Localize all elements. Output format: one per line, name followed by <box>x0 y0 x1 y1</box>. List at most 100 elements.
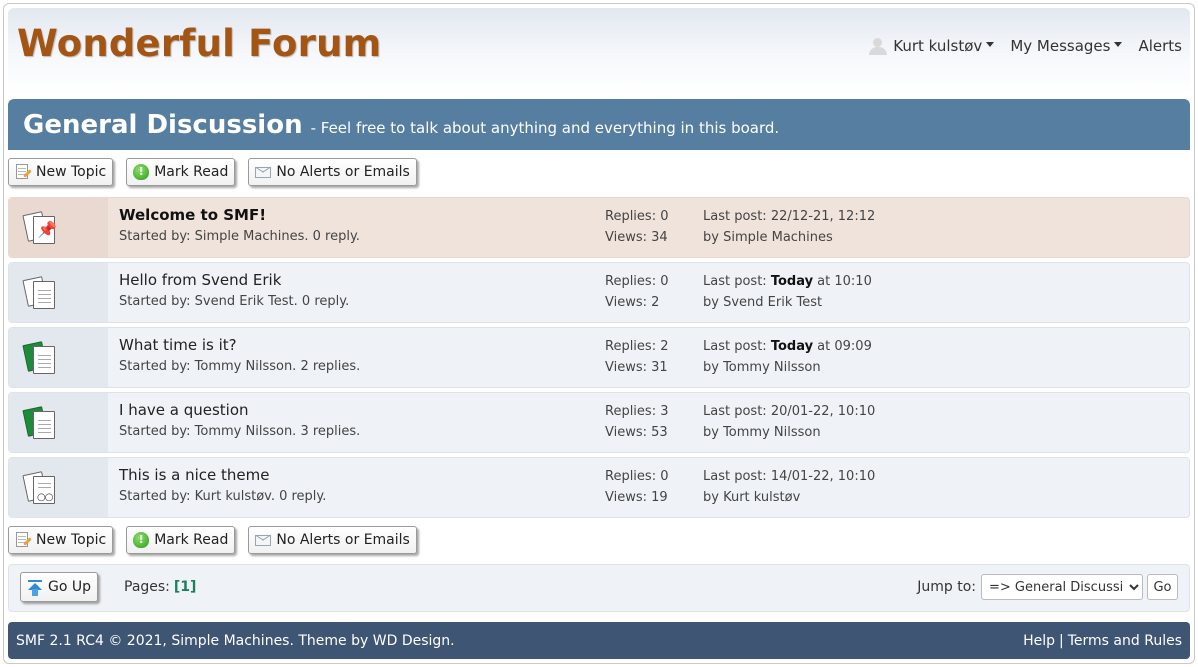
footer-links: Help | Terms and Rules <box>1023 633 1182 649</box>
help-link[interactable]: Help <box>1023 633 1055 649</box>
last-post-author[interactable]: by Svend Erik Test <box>703 292 872 313</box>
go-button[interactable]: Go <box>1147 574 1178 600</box>
notify-button[interactable]: No Alerts or Emails <box>248 526 417 554</box>
replies-count: Replies: 3 <box>605 404 669 419</box>
board-header: General Discussion - Feel free to talk a… <box>8 99 1190 150</box>
last-post-time[interactable]: 14/01-22, 10:10 <box>771 469 875 484</box>
pages-indicator: Pages: [1] <box>124 579 196 595</box>
last-post-time[interactable]: 22/12-21, 12:12 <box>771 209 875 224</box>
topic-stats: Replies: 0 Views: 19 <box>605 458 703 517</box>
topic-row: ○○ This is a nice theme Started by: Kurt… <box>8 457 1190 518</box>
mark-read-button[interactable]: ! Mark Read <box>126 158 236 186</box>
topic-starter: Started by: Tommy Nilsson. 3 replies. <box>119 424 361 439</box>
mark-read-button[interactable]: ! Mark Read <box>126 526 236 554</box>
user-profile-menu[interactable]: Kurt kulstøv <box>868 37 995 55</box>
arrow-up-icon <box>26 578 44 596</box>
my-messages-menu[interactable]: My Messages <box>1010 37 1123 55</box>
topic-subject-link[interactable]: What time is it? <box>119 336 605 354</box>
user-menu: Kurt kulstøv My Messages Alerts <box>852 37 1182 55</box>
alerts-label: Alerts <box>1138 37 1182 55</box>
footer: SMF 2.1 RC4 © 2021, Simple Machines. The… <box>8 622 1190 659</box>
topic-subject-link[interactable]: Welcome to SMF! <box>119 206 605 224</box>
pages-label: Pages: <box>124 579 170 595</box>
views-count: Views: 34 <box>605 230 668 245</box>
views-count: Views: 53 <box>605 425 668 440</box>
topic-stats: Replies: 3 Views: 53 <box>605 393 703 452</box>
terms-link[interactable]: Terms and Rules <box>1068 633 1182 649</box>
sticky-pin-icon: 📌 <box>22 210 59 246</box>
last-post-author[interactable]: by Kurt kulstøv <box>703 487 875 508</box>
my-messages-label: My Messages <box>1010 37 1111 55</box>
username-label: Kurt kulstøv <box>893 37 983 55</box>
last-post-author[interactable]: by Tommy Nilsson <box>703 357 872 378</box>
footer-separator: | <box>1059 632 1064 649</box>
last-post-info: Last post: Today at 10:10 by Svend Erik … <box>703 263 872 322</box>
last-post-info: Last post: 20/01-22, 10:10 by Tommy Nils… <box>703 393 875 452</box>
new-topic-label: New Topic <box>36 164 107 180</box>
topic-icon-cell <box>9 328 108 387</box>
topic-list: 📌 Welcome to SMF! Started by: Simple Mac… <box>8 197 1190 522</box>
last-post-author[interactable]: by Simple Machines <box>703 227 875 248</box>
replies-count: Replies: 0 <box>605 469 669 484</box>
jump-to-label: Jump to: <box>917 579 976 595</box>
avatar-icon <box>868 37 888 55</box>
topic-icon-cell <box>9 393 108 452</box>
new-topic-button[interactable]: New Topic <box>8 526 114 554</box>
last-post-info: Last post: 22/12-21, 12:12 by Simple Mac… <box>703 198 875 257</box>
topic-starter: Started by: Tommy Nilsson. 2 replies. <box>119 359 361 374</box>
notify-button[interactable]: No Alerts or Emails <box>248 158 417 186</box>
last-post-label: Last post: <box>703 339 771 354</box>
topic-stats: Replies: 0 Views: 2 <box>605 263 703 322</box>
topic-row: What time is it? Started by: Tommy Nilss… <box>8 327 1190 388</box>
mark-read-label: Mark Read <box>154 164 229 180</box>
pagination-bar: Go Up Pages: [1] Jump to: => General Disc… <box>8 564 1190 612</box>
jump-to: Jump to: => General Discussion Go <box>917 574 1178 600</box>
last-post-label: Last post: <box>703 274 771 289</box>
topic-stats: Replies: 2 Views: 31 <box>605 328 703 387</box>
topic-icon-cell: 📌 <box>9 198 108 257</box>
last-post-label: Last post: <box>703 209 771 224</box>
topic-subject-link[interactable]: Hello from Svend Erik <box>119 271 605 289</box>
last-post-time[interactable]: 20/01-22, 10:10 <box>771 404 875 419</box>
replies-count: Replies: 0 <box>605 274 669 289</box>
topic-icon-cell <box>9 263 108 322</box>
new-topic-button[interactable]: New Topic <box>8 158 114 186</box>
board-description: - Feel free to talk about anything and e… <box>310 118 780 137</box>
new-topic-icon <box>14 163 32 181</box>
jump-to-select[interactable]: => General Discussion <box>981 574 1143 600</box>
topic-subject-link[interactable]: I have a question <box>119 401 605 419</box>
last-post-day: Today <box>770 274 814 289</box>
last-post-label: Last post: <box>703 404 771 419</box>
current-page-link[interactable]: [1] <box>174 579 197 595</box>
mark-read-icon: ! <box>132 163 150 181</box>
topic-row: I have a question Started by: Tommy Nils… <box>8 392 1190 453</box>
last-post-author[interactable]: by Tommy Nilsson <box>703 422 875 443</box>
last-post-info: Last post: 14/01-22, 10:10 by Kurt kulst… <box>703 458 875 517</box>
last-post-time[interactable]: at 10:10 <box>813 274 872 289</box>
mark-read-label: Mark Read <box>154 532 229 548</box>
new-topic-icon <box>14 531 32 549</box>
caret-down-icon <box>986 41 995 47</box>
last-post-day: Today <box>770 339 814 354</box>
topic-row: Hello from Svend Erik Started by: Svend … <box>8 262 1190 323</box>
go-up-label: Go Up <box>48 579 91 595</box>
replies-count: Replies: 2 <box>605 339 669 354</box>
notify-label: No Alerts or Emails <box>276 532 410 548</box>
envelope-icon <box>254 531 272 549</box>
topic-subject-link[interactable]: This is a nice theme <box>119 466 605 484</box>
notify-label: No Alerts or Emails <box>276 164 410 180</box>
normal-topic-icon <box>22 275 59 311</box>
last-post-time[interactable]: at 09:09 <box>813 339 872 354</box>
topic-starter: Started by: Svend Erik Test. 0 reply. <box>119 294 350 309</box>
new-topic-label: New Topic <box>36 532 107 548</box>
alerts-link[interactable]: Alerts <box>1138 37 1182 55</box>
poll-topic-icon: ○○ <box>22 470 59 506</box>
topic-starter: Started by: Simple Machines. 0 reply. <box>119 229 360 244</box>
mark-read-icon: ! <box>132 531 150 549</box>
envelope-icon <box>254 163 272 181</box>
go-up-button[interactable]: Go Up <box>20 572 98 602</box>
top-button-strip: New Topic ! Mark Read No Alerts or Email… <box>8 158 430 186</box>
last-post-label: Last post: <box>703 469 771 484</box>
forum-title[interactable]: Wonderful Forum <box>17 22 381 65</box>
views-count: Views: 2 <box>605 295 660 310</box>
